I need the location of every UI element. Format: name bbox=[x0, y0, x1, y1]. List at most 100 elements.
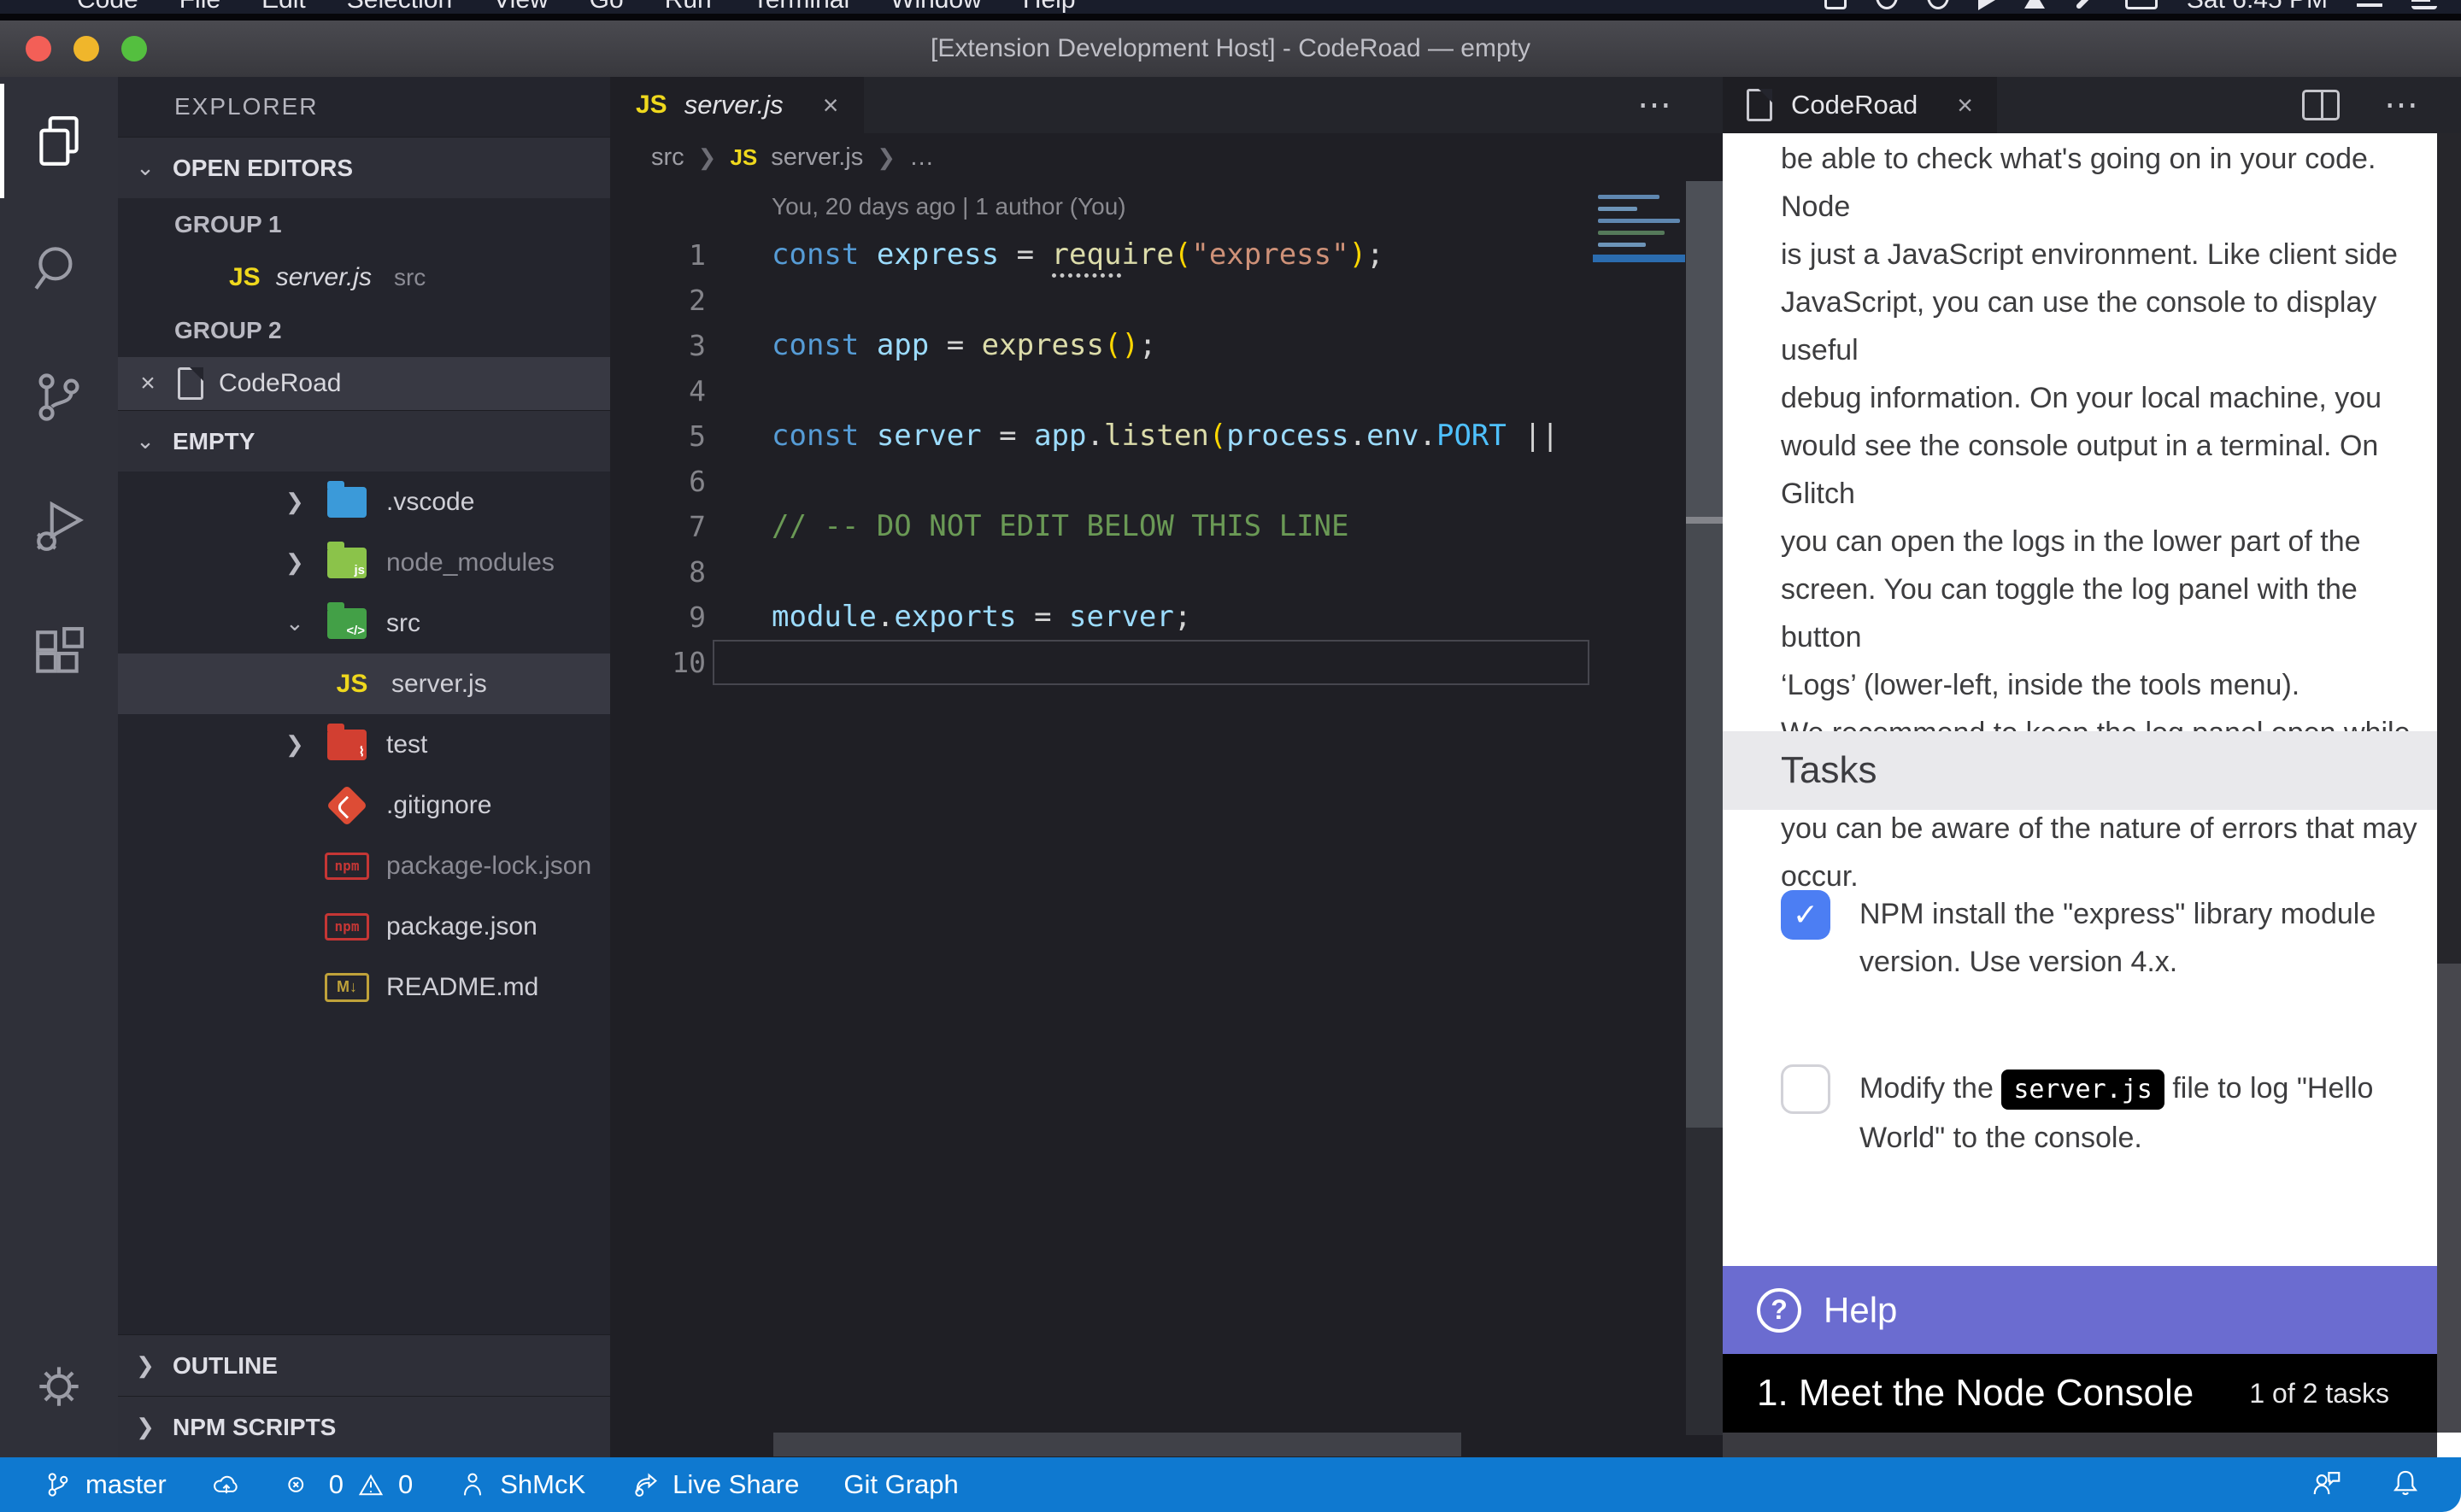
code-line[interactable]: 8 bbox=[610, 549, 1593, 595]
code-line[interactable]: 2 bbox=[610, 278, 1593, 323]
code-line[interactable]: 5const server = app.listen(process.env.P… bbox=[610, 413, 1593, 459]
chevron-right-icon: ❯ bbox=[118, 1352, 173, 1379]
minimap[interactable] bbox=[1593, 186, 1685, 442]
title-bar[interactable]: [Extension Development Host] - CodeRoad … bbox=[0, 21, 2461, 77]
notifications-bell-icon[interactable] bbox=[2389, 1467, 2422, 1503]
tree-item-server-js[interactable]: JS server.js bbox=[118, 653, 610, 714]
help-button[interactable]: ? Help bbox=[1723, 1266, 2437, 1354]
status-item-master[interactable]: master bbox=[43, 1469, 167, 1500]
split-editor-icon[interactable] bbox=[2302, 90, 2340, 120]
feedback-icon[interactable] bbox=[2311, 1467, 2343, 1503]
line-number: 5 bbox=[610, 413, 706, 459]
menu-item[interactable]: Terminal bbox=[753, 0, 849, 14]
tree-item-label: package.json bbox=[386, 912, 537, 941]
code-line[interactable]: 4 bbox=[610, 368, 1593, 413]
webview-scrollbar[interactable] bbox=[2437, 133, 2461, 1457]
tree-item-readme-md[interactable]: ❯M↓README.md bbox=[118, 957, 610, 1017]
activity-bar bbox=[0, 77, 118, 1457]
status-item-git-graph[interactable]: Git Graph bbox=[843, 1469, 958, 1500]
menu-item[interactable]: Code bbox=[77, 0, 138, 14]
npm-scripts-section-header[interactable]: ❯ NPM SCRIPTS bbox=[118, 1396, 610, 1457]
chevron-right-icon: ❯ bbox=[118, 1414, 173, 1440]
menu-item[interactable]: Help bbox=[1023, 0, 1076, 14]
menu-item[interactable]: Go bbox=[590, 0, 624, 14]
explorer-icon[interactable] bbox=[0, 77, 118, 205]
codelens-annotation[interactable]: You, 20 days ago | 1 author (You) bbox=[772, 193, 1126, 220]
tree-item-src[interactable]: ⌄</>src bbox=[118, 593, 610, 653]
tree-item-label: server.js bbox=[391, 670, 487, 699]
menu-bar-clock[interactable]: Sat 6:45 PM bbox=[2187, 0, 2328, 14]
pen-icon[interactable] bbox=[2076, 0, 2095, 9]
folder-section-header[interactable]: ⌄ EMPTY bbox=[118, 410, 610, 472]
code-line[interactable]: 9module.exports = server; bbox=[610, 595, 1593, 640]
chevron-right-icon: ❯ bbox=[698, 144, 717, 171]
run-debug-icon[interactable] bbox=[0, 461, 118, 589]
js-icon: JS bbox=[328, 670, 376, 699]
menu-item[interactable]: View bbox=[493, 0, 548, 14]
code-editor[interactable]: You, 20 days ago | 1 author (You) 1const… bbox=[610, 181, 1723, 1457]
open-editor-item-serverjs[interactable]: JS server.js src bbox=[118, 251, 610, 304]
menu-item[interactable]: Window bbox=[890, 0, 982, 14]
code-line[interactable]: 7// -- DO NOT EDIT BELOW THIS LINE bbox=[610, 504, 1593, 549]
md-icon: M↓ bbox=[323, 973, 371, 1002]
menu-item[interactable]: Edit bbox=[261, 0, 306, 14]
tree-item--gitignore[interactable]: ❯.gitignore bbox=[118, 775, 610, 835]
close-tab-icon[interactable]: × bbox=[1957, 90, 1973, 121]
tree-item-label: package-lock.json bbox=[386, 852, 591, 881]
outline-section-header[interactable]: ❯ OUTLINE bbox=[118, 1334, 610, 1396]
tab-coderoad[interactable]: CodeRoad × bbox=[1723, 77, 1997, 133]
line-number: 6 bbox=[610, 459, 706, 504]
inline-code-chip: server.js bbox=[2001, 1070, 2164, 1110]
open-editor-item-coderoad[interactable]: × CodeRoad bbox=[118, 357, 610, 410]
close-tab-icon[interactable]: × bbox=[823, 90, 839, 121]
code-line[interactable]: 3const app = express(); bbox=[610, 323, 1593, 368]
tree-item-package-json[interactable]: ❯npmpackage.json bbox=[118, 896, 610, 957]
open-editors-header[interactable]: ⌄ OPEN EDITORS bbox=[118, 137, 610, 198]
status-item-live-share[interactable]: Live Share bbox=[630, 1469, 799, 1500]
extensions-icon[interactable] bbox=[0, 589, 118, 718]
sidebar-title: EXPLORER bbox=[118, 77, 610, 137]
editor-actions-menu[interactable]: ⋯ bbox=[1637, 77, 1675, 133]
shield-icon[interactable] bbox=[1876, 0, 1898, 9]
source-control-icon[interactable] bbox=[0, 333, 118, 461]
status-item-shmck[interactable]: ShMcK bbox=[457, 1469, 585, 1500]
display-icon[interactable] bbox=[1824, 0, 1847, 9]
control-center-icon[interactable] bbox=[2357, 0, 2382, 9]
close-icon[interactable]: × bbox=[118, 369, 178, 398]
horizontal-scrollbar[interactable] bbox=[773, 1433, 1461, 1456]
chevron-right-icon: ❯ bbox=[285, 489, 314, 515]
line-number: 8 bbox=[610, 549, 706, 595]
lesson-progress-badge: 1 of 2 tasks bbox=[2249, 1378, 2389, 1409]
menu-item[interactable]: Run bbox=[665, 0, 712, 14]
tree-item--vscode[interactable]: ❯.vscode bbox=[118, 472, 610, 532]
play-icon[interactable] bbox=[1978, 0, 1995, 10]
shield-icon[interactable] bbox=[1927, 0, 1949, 9]
tree-item-node-modules[interactable]: ❯jsnode_modules bbox=[118, 532, 610, 593]
task-checkbox-checked[interactable]: ✓ bbox=[1781, 890, 1830, 940]
panel-actions-menu[interactable]: ⋯ bbox=[2384, 85, 2422, 125]
triangle-icon[interactable] bbox=[2024, 0, 2045, 9]
tree-item-label: node_modules bbox=[386, 548, 555, 577]
code-line[interactable]: 1const express = require("express"); bbox=[610, 232, 1593, 278]
menu-item[interactable]: Selection bbox=[347, 0, 452, 14]
chevron-down-icon: ⌄ bbox=[118, 155, 173, 181]
settings-gear-icon[interactable] bbox=[0, 1322, 118, 1450]
chevron-right-icon: ❯ bbox=[285, 549, 314, 576]
tab-serverjs[interactable]: JS server.js × bbox=[610, 77, 864, 133]
tree-item-label: test bbox=[386, 730, 427, 759]
menu-item[interactable]: File bbox=[179, 0, 220, 14]
breadcrumb[interactable]: src ❯ JS server.js ❯ … bbox=[610, 133, 1723, 181]
status-item-cloud-upload[interactable] bbox=[211, 1469, 242, 1500]
tree-item-test[interactable]: ❯⌇test bbox=[118, 714, 610, 775]
code-line[interactable]: 6 bbox=[610, 459, 1593, 504]
search-icon[interactable] bbox=[0, 205, 118, 333]
open-editors-group1-label: GROUP 1 bbox=[118, 198, 610, 251]
status-item-0[interactable]: 00 bbox=[286, 1469, 414, 1500]
notification-center-icon[interactable] bbox=[2411, 0, 2437, 9]
task-checkbox-unchecked[interactable] bbox=[1781, 1064, 1830, 1114]
editor-tab-bar: JS server.js × ⋯ bbox=[610, 77, 1723, 133]
lesson-bar[interactable]: 1. Meet the Node Console 1 of 2 tasks bbox=[1723, 1354, 2437, 1433]
tree-item-package-lock-json[interactable]: ❯npmpackage-lock.json bbox=[118, 835, 610, 896]
battery-icon[interactable] bbox=[2125, 0, 2158, 9]
js-file-icon: JS bbox=[730, 144, 757, 171]
